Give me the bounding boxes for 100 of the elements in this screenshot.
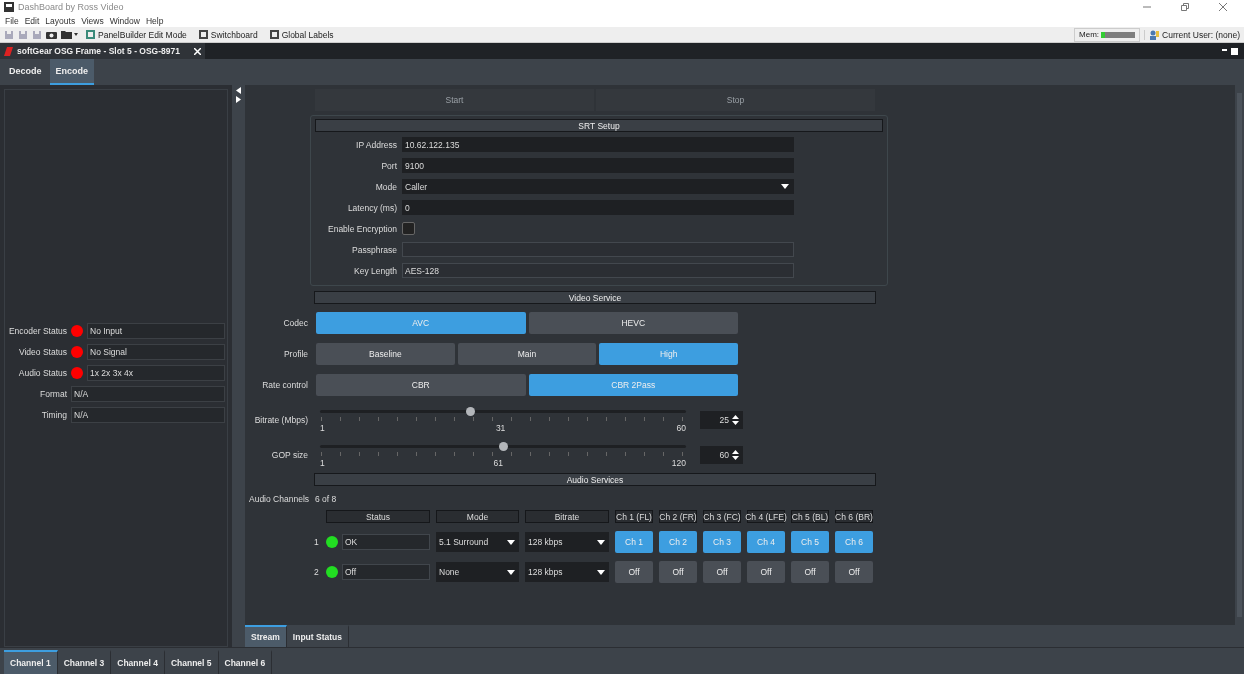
option-button[interactable]: Main (457, 343, 597, 365)
status-label: Timing (40, 410, 67, 420)
mode-dropdown[interactable]: None (436, 562, 519, 582)
menu-item[interactable]: Views (78, 15, 107, 26)
field-label: Latency (ms) (346, 202, 397, 213)
menu-item[interactable]: Layouts (42, 15, 79, 26)
folder-icon[interactable] (61, 30, 78, 39)
toolbar-button[interactable]: Switchboard (194, 27, 262, 42)
status-field: OK (342, 534, 430, 550)
channel-tab[interactable]: Channel 5 (164, 650, 219, 674)
slider-thumb[interactable] (466, 407, 476, 416)
channel-tab[interactable]: Channel 4 (111, 650, 165, 674)
field-label: Passphrase (351, 244, 397, 255)
toolbar-icon (198, 30, 208, 39)
channel-toggle[interactable]: Off (703, 561, 741, 583)
min-label: 1 (320, 423, 325, 433)
memory-label: Mem: (1079, 30, 1100, 39)
column-header: Bitrate (525, 510, 609, 523)
max-label: 120 (671, 458, 686, 468)
input-field[interactable]: 0 (402, 200, 794, 215)
frame-logo-icon (4, 46, 13, 56)
channel-tab[interactable]: Channel 3 (57, 650, 112, 674)
checkbox[interactable] (402, 222, 415, 235)
menu-item[interactable]: Window (106, 15, 143, 26)
restore-icon[interactable] (1180, 2, 1190, 12)
toolbar-button[interactable]: Global Labels (265, 27, 338, 42)
channel-count: 6 of 8 (315, 494, 337, 504)
min-label: 1 (320, 458, 325, 468)
field-label: Mode (374, 181, 397, 192)
row-number: 2 (314, 567, 319, 577)
collapse-left-icon[interactable] (236, 87, 241, 94)
expand-right-icon[interactable] (236, 96, 241, 103)
camera-icon[interactable] (46, 30, 57, 39)
caret-icon (507, 539, 515, 545)
input-field[interactable]: 10.62.122.135 (402, 137, 794, 152)
caret-icon (507, 569, 515, 575)
panel-tab[interactable]: Decode (3, 59, 48, 85)
channel-toggle[interactable]: Off (747, 561, 785, 583)
caret-icon (597, 539, 605, 545)
number-spinner[interactable]: 25 (700, 410, 743, 429)
dropdown[interactable]: Caller (402, 179, 794, 194)
field-label: Audio Channels (249, 494, 309, 504)
input-field[interactable]: 9100 (402, 158, 794, 173)
option-button[interactable]: CBR (316, 374, 526, 396)
field-label: Key Length (353, 265, 397, 276)
status-field: Off (342, 564, 430, 580)
field-label: Port (380, 160, 397, 171)
menu-item[interactable]: Help (142, 15, 167, 26)
option-label: Rate control (261, 380, 308, 390)
panel-tab[interactable]: Encode (49, 59, 95, 85)
slider-label: Bitrate (Mbps) (253, 414, 308, 425)
user-icon (1149, 29, 1160, 40)
bitrate-dropdown[interactable]: 128 kbps (525, 532, 609, 552)
status-label: Format (39, 389, 67, 399)
option-button[interactable]: HEVC (528, 312, 738, 334)
tick-marks-icon (320, 452, 686, 458)
column-header: Ch 6 (BR) (835, 510, 873, 523)
max-label: 60 (676, 423, 686, 433)
column-header: Ch 4 (LFE) (747, 510, 785, 523)
channel-toggle[interactable]: Off (659, 561, 697, 583)
status-field: No Signal (87, 344, 225, 360)
current-user-label: Current User: (none) (1162, 29, 1240, 40)
slider-label: GOP size (270, 449, 308, 460)
field-label: Enable Encryption (327, 223, 397, 234)
document-tab[interactable]: softGear OSG Frame - Slot 5 - OSG-8971 (0, 43, 205, 59)
caret-icon (597, 569, 605, 575)
status-field: N/A (71, 386, 225, 402)
status-field: No Input (87, 323, 225, 339)
slider-thumb[interactable] (499, 442, 508, 451)
column-header: Status (326, 510, 430, 523)
tab[interactable]: Stream (245, 625, 287, 647)
channel-tab[interactable]: Channel 6 (218, 650, 273, 674)
option-label: Profile (282, 349, 308, 359)
spin-arrows-icon[interactable] (732, 449, 739, 460)
number-spinner[interactable]: 60 (700, 445, 743, 464)
bitrate-dropdown[interactable]: 128 kbps (525, 562, 609, 582)
toolbar-button[interactable]: PanelBuilder Edit Mode (82, 27, 191, 42)
toolbar-icon (269, 30, 279, 39)
tick-marks-icon (320, 417, 686, 423)
channel-toggle[interactable]: Off (835, 561, 873, 583)
section-header: SRT Setup (315, 119, 883, 132)
channel-tab[interactable]: Channel 1 (4, 650, 58, 674)
channel-toggle[interactable]: Off (615, 561, 653, 583)
toolbar-icon (86, 30, 95, 39)
column-header: Ch 1 (FL) (615, 510, 653, 523)
caret-icon (781, 184, 789, 189)
mid-label: 61 (493, 458, 503, 468)
option-label: Codec (282, 318, 308, 328)
mode-dropdown[interactable]: 5.1 Surround (436, 532, 519, 552)
option-button[interactable]: Baseline (316, 343, 455, 365)
window-controls-icon[interactable] (1220, 47, 1240, 55)
window-title: DashBoard by Ross Video (18, 2, 125, 12)
channel-toggle[interactable]: Off (791, 561, 829, 583)
status-label: Video Status (17, 347, 67, 357)
spin-arrows-icon[interactable] (732, 414, 739, 425)
menu-item[interactable]: File (2, 15, 22, 26)
status-label: Encoder Status (7, 326, 67, 336)
menu-item[interactable]: Edit (21, 15, 43, 26)
mid-label: 31 (495, 423, 506, 433)
row-number: 1 (314, 537, 319, 547)
